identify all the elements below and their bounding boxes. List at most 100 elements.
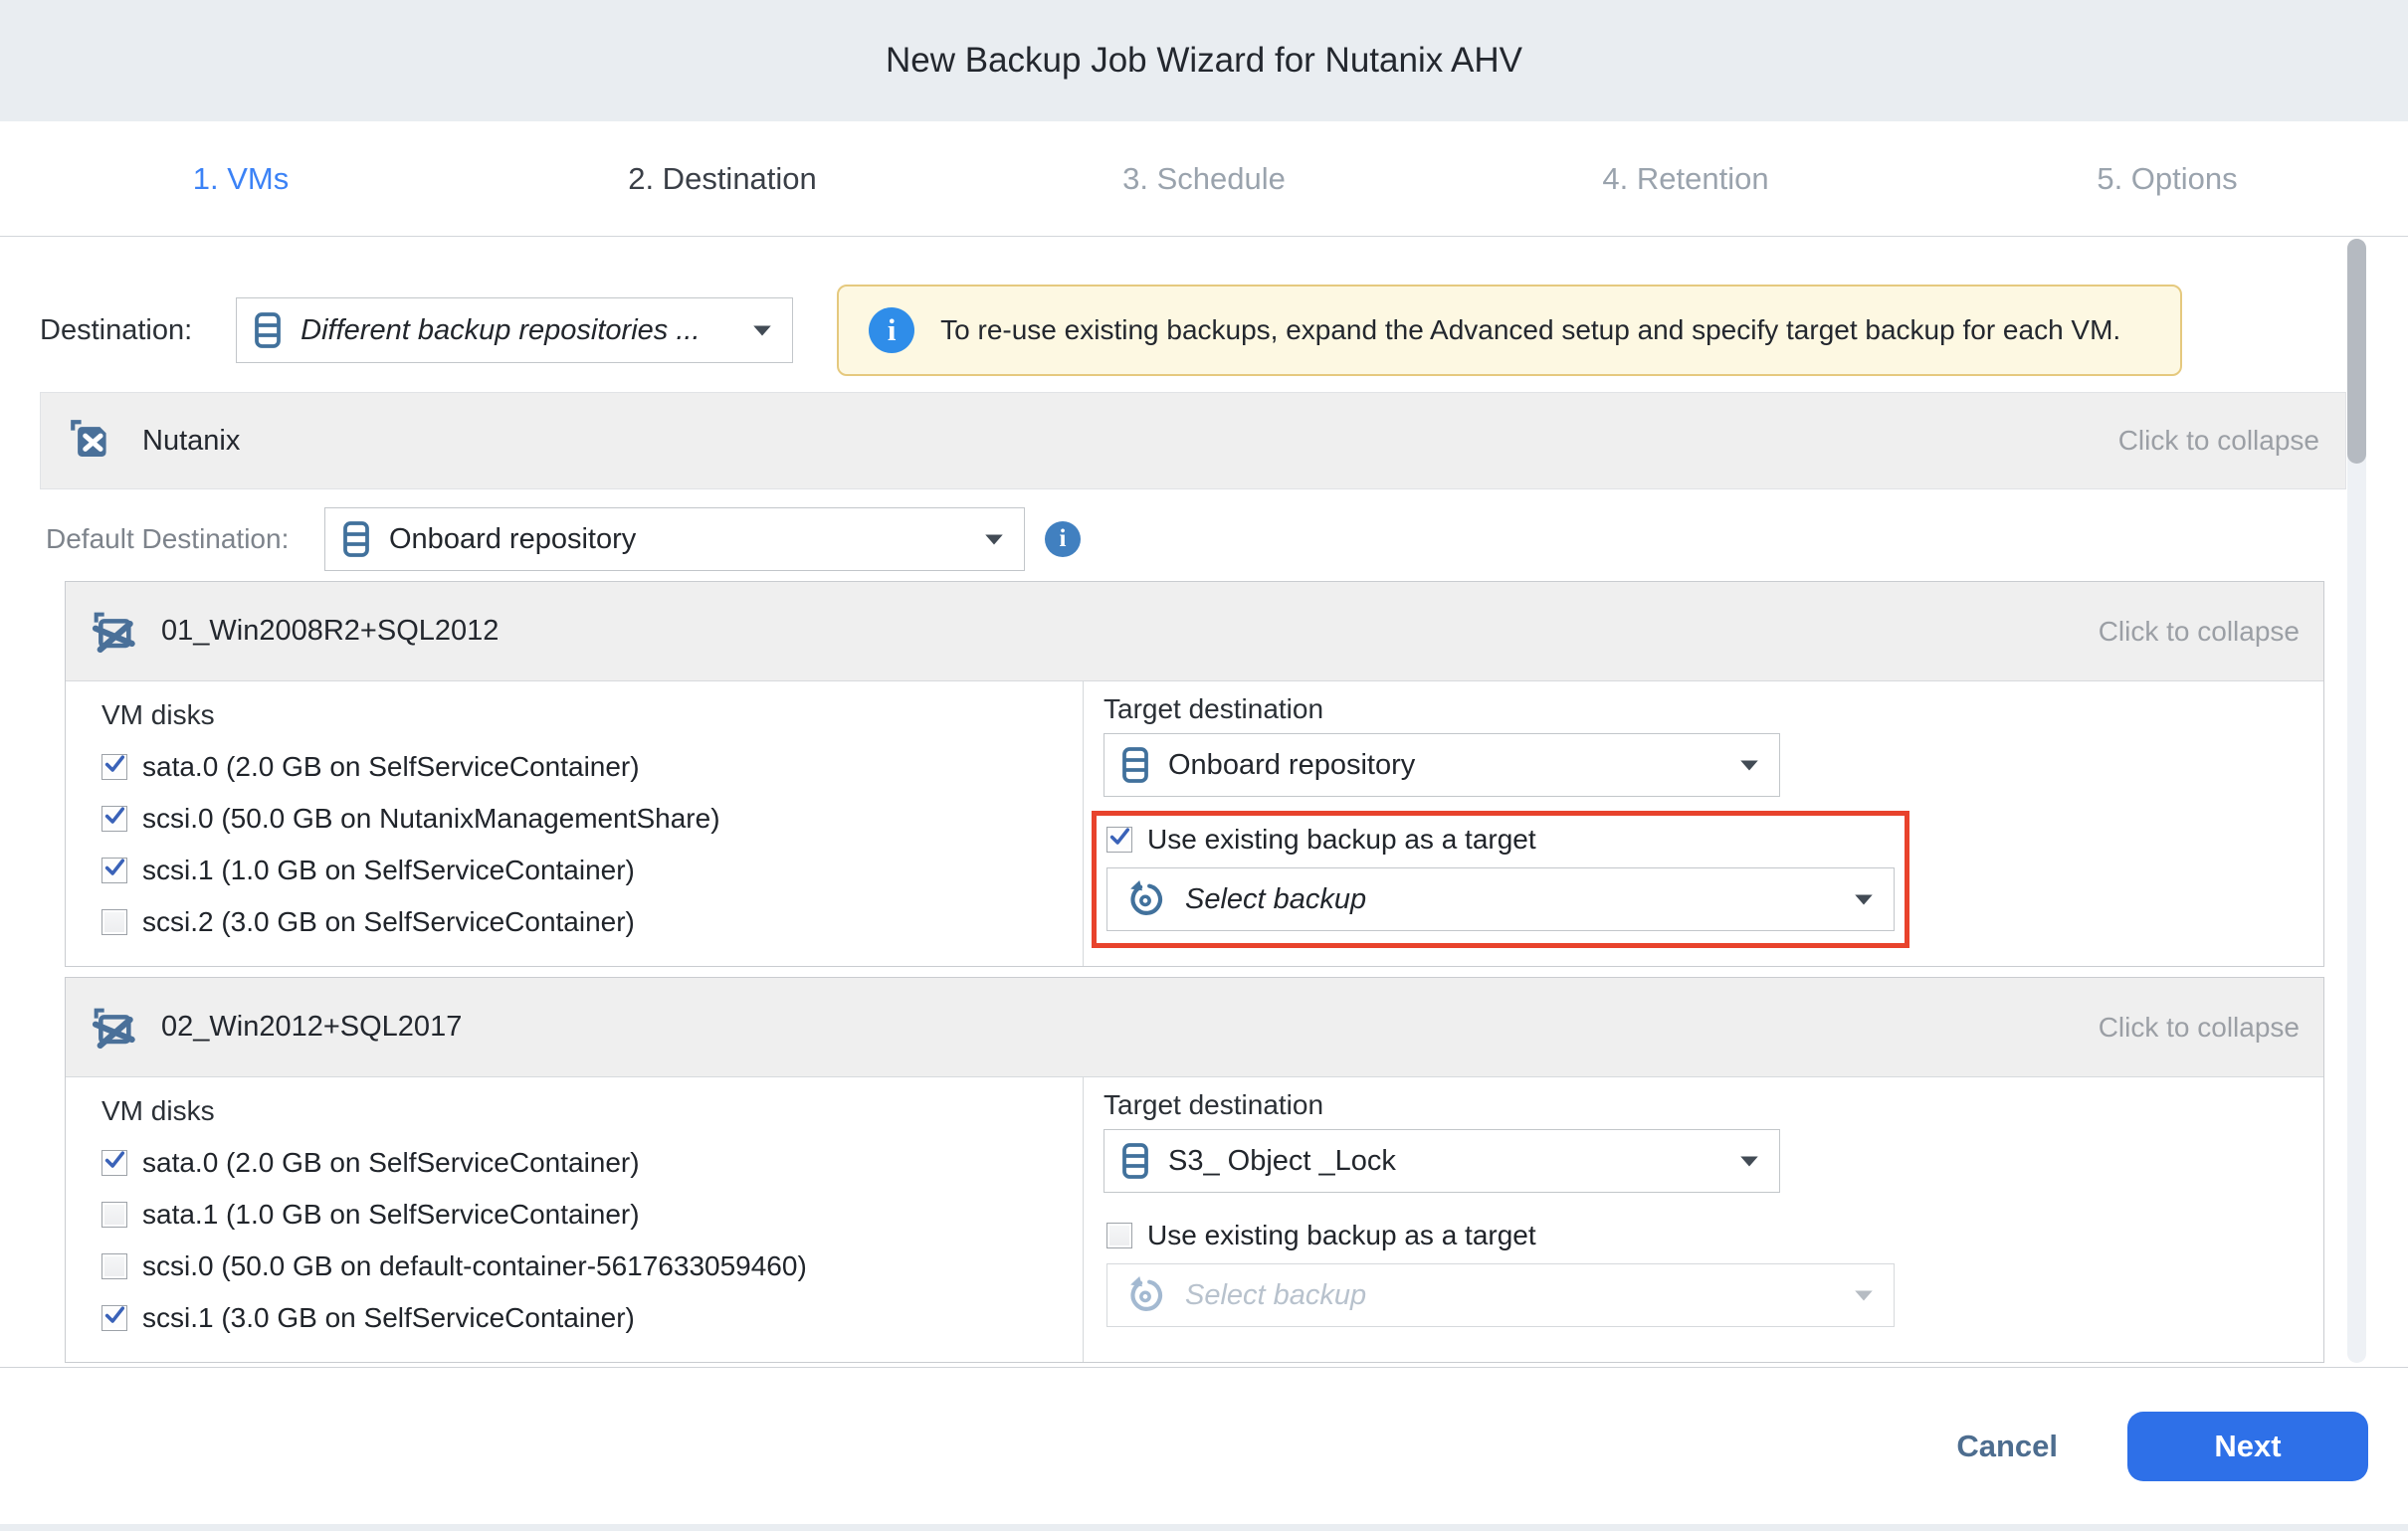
step-schedule[interactable]: 3. Schedule <box>963 121 1445 236</box>
disk-row[interactable]: scsi.2 (3.0 GB on SelfServiceContainer) <box>101 906 1083 938</box>
chevron-down-icon <box>984 533 1004 546</box>
disk-row[interactable]: scsi.0 (50.0 GB on NutanixManagementShar… <box>101 803 1083 835</box>
use-existing-checkbox[interactable] <box>1106 827 1132 853</box>
wizard-footer: Cancel Next <box>0 1368 2408 1524</box>
chevron-down-icon <box>1854 1289 1874 1302</box>
vertical-scrollbar[interactable] <box>2347 239 2366 1363</box>
vm-panel-01: 01_Win2008R2+SQL2012 Click to collapse V… <box>65 581 2324 967</box>
nutanix-cluster-title: Nutanix <box>142 425 240 458</box>
disk-row[interactable]: sata.0 (2.0 GB on SelfServiceContainer) <box>101 1147 1083 1179</box>
disk-checkbox[interactable] <box>101 806 127 832</box>
disk-label: sata.1 (1.0 GB on SelfServiceContainer) <box>142 1199 640 1231</box>
vm-name: 01_Win2008R2+SQL2012 <box>161 615 499 648</box>
disk-checkbox[interactable] <box>101 909 127 935</box>
vm-target-column: Target destination Onboard repository <box>1084 681 2323 966</box>
info-banner-text: To re-use existing backups, expand the A… <box>940 314 2120 346</box>
default-destination-value: Onboard repository <box>389 523 966 556</box>
nutanix-cluster-group: Nutanix Click to collapse Default Destin… <box>40 392 2346 1368</box>
vm-disks-title: VM disks <box>101 699 1083 731</box>
disk-label: scsi.2 (3.0 GB on SelfServiceContainer) <box>142 906 635 938</box>
wizard-steps: 1. VMs 2. Destination 3. Schedule 4. Ret… <box>0 121 2408 237</box>
default-destination-row: Default Destination: Onboard repository … <box>46 507 2346 571</box>
chevron-down-icon <box>1739 759 1759 772</box>
target-destination-dropdown[interactable]: Onboard repository <box>1104 733 1780 797</box>
step-destination[interactable]: 2. Destination <box>482 121 963 236</box>
disk-row[interactable]: scsi.1 (3.0 GB on SelfServiceContainer) <box>101 1302 1083 1334</box>
disk-checkbox[interactable] <box>101 1150 127 1176</box>
step-options[interactable]: 5. Options <box>1926 121 2408 236</box>
select-backup-dropdown[interactable]: Select backup <box>1106 867 1895 931</box>
restore-icon <box>1123 1273 1167 1317</box>
disk-checkbox[interactable] <box>101 1305 127 1331</box>
step-retention[interactable]: 4. Retention <box>1445 121 1926 236</box>
disk-row[interactable]: scsi.1 (1.0 GB on SelfServiceContainer) <box>101 855 1083 886</box>
disk-checkbox[interactable] <box>101 754 127 780</box>
nutanix-cluster-icon <box>67 416 116 466</box>
target-destination-title: Target destination <box>1104 693 2298 725</box>
info-icon: i <box>869 307 914 353</box>
info-banner: i To re-use existing backups, expand the… <box>837 285 2182 376</box>
use-existing-backup-row[interactable]: Use existing backup as a target <box>1106 824 1895 856</box>
destination-mode-dropdown[interactable]: Different backup repositories ... <box>236 297 793 363</box>
vm-target-column: Target destination S3_ Object _Lock <box>1084 1077 2323 1362</box>
select-backup-dropdown: Select backup <box>1106 1263 1895 1327</box>
vm-header[interactable]: 02_Win2012+SQL2017 Click to collapse <box>66 978 2323 1077</box>
repository-icon <box>1120 746 1150 784</box>
info-icon[interactable]: i <box>1045 521 1081 557</box>
collapse-hint[interactable]: Click to collapse <box>2118 425 2319 457</box>
wizard-titlebar: New Backup Job Wizard for Nutanix AHV <box>0 0 2408 121</box>
vm-icon <box>90 608 137 656</box>
use-existing-label: Use existing backup as a target <box>1147 824 1536 856</box>
page-title: New Backup Job Wizard for Nutanix AHV <box>886 41 1522 81</box>
nutanix-cluster-header[interactable]: Nutanix Click to collapse <box>40 392 2346 489</box>
disk-label: scsi.0 (50.0 GB on default-container-561… <box>142 1250 807 1282</box>
restore-icon <box>1123 877 1167 921</box>
disk-checkbox[interactable] <box>101 858 127 883</box>
disk-label: scsi.1 (3.0 GB on SelfServiceContainer) <box>142 1302 635 1334</box>
disk-label: sata.0 (2.0 GB on SelfServiceContainer) <box>142 1147 640 1179</box>
disk-row[interactable]: scsi.0 (50.0 GB on default-container-561… <box>101 1250 1083 1282</box>
use-existing-checkbox[interactable] <box>1106 1223 1132 1248</box>
chevron-down-icon <box>1739 1155 1759 1168</box>
use-existing-label: Use existing backup as a target <box>1147 1220 1536 1251</box>
default-destination-label: Default Destination: <box>46 523 308 555</box>
disk-row[interactable]: sata.1 (1.0 GB on SelfServiceContainer) <box>101 1199 1083 1231</box>
target-destination-value: S3_ Object _Lock <box>1168 1145 1721 1178</box>
repository-icon <box>1120 1142 1150 1180</box>
disk-checkbox[interactable] <box>101 1253 127 1279</box>
target-destination-dropdown[interactable]: S3_ Object _Lock <box>1104 1129 1780 1193</box>
use-existing-backup-row[interactable]: Use existing backup as a target <box>1106 1220 1895 1251</box>
repository-icon <box>253 311 283 349</box>
scrollbar-thumb[interactable] <box>2347 239 2366 464</box>
use-existing-backup-section: Use existing backup as a target Select b… <box>1092 1207 1909 1344</box>
target-destination-title: Target destination <box>1104 1089 2298 1121</box>
destination-label: Destination: <box>40 314 192 347</box>
select-backup-value: Select backup <box>1185 883 1836 916</box>
cancel-button[interactable]: Cancel <box>1956 1429 2058 1464</box>
wizard-content: Destination: Different backup repositori… <box>0 237 2408 1368</box>
disk-checkbox[interactable] <box>101 1202 127 1228</box>
vm-disks-title: VM disks <box>101 1095 1083 1127</box>
next-button[interactable]: Next <box>2127 1412 2368 1481</box>
vm-header[interactable]: 01_Win2008R2+SQL2012 Click to collapse <box>66 582 2323 681</box>
disk-row[interactable]: sata.0 (2.0 GB on SelfServiceContainer) <box>101 751 1083 783</box>
default-destination-dropdown[interactable]: Onboard repository <box>324 507 1025 571</box>
collapse-hint[interactable]: Click to collapse <box>2099 616 2300 648</box>
vm-icon <box>90 1004 137 1052</box>
step-vms[interactable]: 1. VMs <box>0 121 482 236</box>
vm-panel-02: 02_Win2012+SQL2017 Click to collapse VM … <box>65 977 2324 1363</box>
destination-mode-value: Different backup repositories ... <box>301 314 734 347</box>
select-backup-value: Select backup <box>1185 1279 1836 1312</box>
collapse-hint[interactable]: Click to collapse <box>2099 1012 2300 1044</box>
disk-label: scsi.0 (50.0 GB on NutanixManagementShar… <box>142 803 720 835</box>
disk-label: sata.0 (2.0 GB on SelfServiceContainer) <box>142 751 640 783</box>
repository-icon <box>341 520 371 558</box>
chevron-down-icon <box>1854 893 1874 906</box>
chevron-down-icon <box>752 324 772 337</box>
vm-name: 02_Win2012+SQL2017 <box>161 1011 462 1044</box>
use-existing-backup-highlight: Use existing backup as a target Select b… <box>1092 811 1909 948</box>
vm-disks-column: VM disks sata.0 (2.0 GB on SelfServiceCo… <box>66 681 1084 966</box>
target-destination-value: Onboard repository <box>1168 749 1721 782</box>
vm-disks-column: VM disks sata.0 (2.0 GB on SelfServiceCo… <box>66 1077 1084 1362</box>
disk-label: scsi.1 (1.0 GB on SelfServiceContainer) <box>142 855 635 886</box>
